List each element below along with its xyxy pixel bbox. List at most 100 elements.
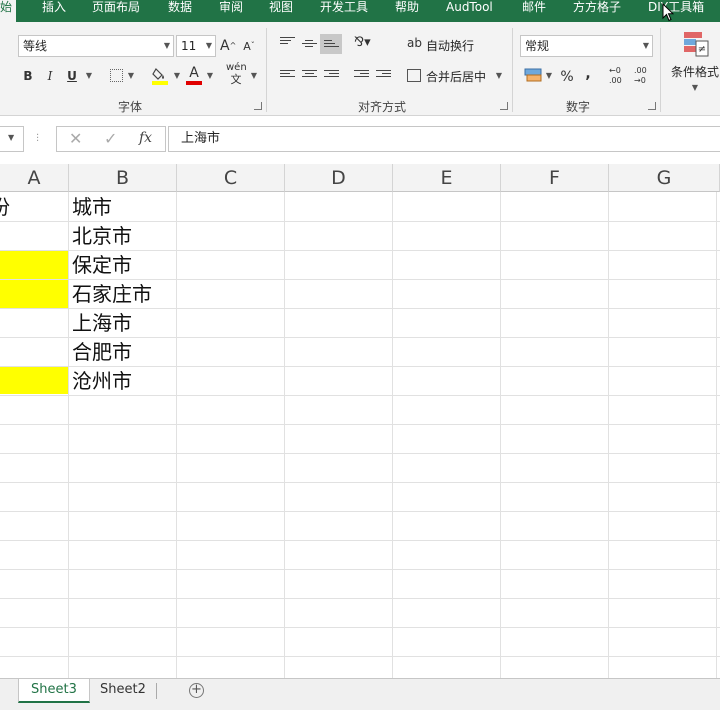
tab-review[interactable]: 审阅	[219, 0, 243, 22]
align-right-icon[interactable]	[324, 70, 339, 82]
merge-center-button[interactable]: 合并后居中	[426, 68, 486, 85]
decrease-decimal-bottom: →0	[634, 76, 646, 85]
tab-help[interactable]: 帮助	[395, 0, 419, 22]
grip-icon: · · ·	[36, 130, 40, 147]
border-icon[interactable]	[110, 69, 123, 82]
wrap-text-icon: ab	[407, 36, 422, 50]
sheet-tab-sheet3[interactable]: Sheet3	[18, 679, 90, 703]
cell-b2[interactable]: 北京市	[68, 222, 132, 250]
chevron-down-icon[interactable]: ▼	[544, 66, 554, 86]
chevron-down-icon: ▼	[163, 41, 170, 50]
column-header-d[interactable]: D	[285, 164, 393, 192]
enter-check-icon[interactable]: ✓	[104, 129, 117, 148]
font-name-combo[interactable]: 等线 ▼	[18, 35, 174, 57]
chevron-down-icon[interactable]: ▼	[172, 66, 182, 86]
accounting-format-button[interactable]	[524, 67, 544, 83]
font-name-value: 等线	[23, 39, 48, 53]
orientation-icon[interactable]: ⅋▾	[354, 35, 371, 50]
column-header-f[interactable]: F	[501, 164, 609, 192]
tab-insert[interactable]: 插入	[42, 0, 66, 22]
tab-diy-toolbox[interactable]: DIY工具箱	[648, 0, 704, 22]
highlighted-cell-a7[interactable]	[0, 366, 68, 394]
align-center-icon[interactable]	[302, 70, 317, 82]
caret-up-icon: ^	[229, 41, 237, 50]
decrease-indent-icon[interactable]	[354, 70, 369, 82]
cell-b4[interactable]: 石家庄市	[68, 280, 152, 308]
gridline	[0, 482, 720, 483]
increase-decimal-button[interactable]: ←0 .00	[609, 66, 631, 86]
gridline	[0, 656, 720, 657]
alignment-dialog-launcher-icon[interactable]	[500, 102, 508, 110]
tab-page-layout[interactable]: 页面布局	[92, 0, 140, 22]
tab-developer[interactable]: 开发工具	[320, 0, 368, 22]
number-dialog-launcher-icon[interactable]	[648, 102, 656, 110]
tab-data[interactable]: 数据	[168, 0, 192, 22]
formula-buttons: ✕ ✓ fx	[56, 126, 166, 152]
percent-button[interactable]: %	[559, 67, 575, 87]
comma-button[interactable]: ,	[582, 64, 594, 84]
chevron-down-icon[interactable]: ▼	[84, 66, 94, 86]
column-header-a[interactable]: A	[0, 164, 69, 192]
align-bottom-button[interactable]	[320, 34, 342, 54]
font-color-button[interactable]: A	[186, 66, 202, 86]
tab-mail[interactable]: 邮件	[522, 0, 546, 22]
add-sheet-icon[interactable]: +	[189, 683, 204, 698]
font-dialog-launcher-icon[interactable]	[254, 102, 262, 110]
cell-a1[interactable]: 份	[0, 193, 10, 221]
cell-b6[interactable]: 合肥市	[68, 338, 132, 366]
number-format-combo[interactable]: 常规 ▼	[520, 35, 653, 57]
cancel-icon[interactable]: ✕	[69, 129, 82, 148]
sheet-tab-sheet2[interactable]: Sheet2	[88, 679, 158, 703]
cell-b5[interactable]: 上海市	[68, 309, 132, 337]
gridline	[0, 540, 720, 541]
chevron-down-icon[interactable]: ▼	[249, 66, 259, 86]
font-size-value: 11	[181, 39, 197, 53]
column-header-g[interactable]: G	[609, 164, 720, 192]
chevron-down-icon[interactable]: ▼	[126, 66, 136, 86]
chevron-down-icon[interactable]: ▼	[494, 66, 504, 86]
insert-function-button[interactable]: fx	[139, 130, 152, 146]
chevron-down-icon[interactable]: ▼	[690, 78, 700, 98]
underline-button[interactable]: U	[64, 66, 80, 86]
font-group-label: 字体	[118, 100, 143, 114]
increase-indent-icon[interactable]	[376, 70, 391, 82]
column-header-b[interactable]: B	[69, 164, 177, 192]
align-middle-icon[interactable]	[302, 40, 317, 52]
mouse-cursor-icon	[662, 3, 674, 22]
tab-fangfang[interactable]: 方方格子	[573, 0, 621, 22]
tab-view[interactable]: 视图	[269, 0, 293, 22]
ribbon-tab-bar: 始 插入 页面布局 数据 审阅 视图 开发工具 帮助 AudTool 邮件 方方…	[0, 0, 720, 22]
wrap-text-button[interactable]: 自动换行	[426, 37, 474, 54]
decrease-decimal-button[interactable]: .00 →0	[634, 66, 656, 86]
column-header-e[interactable]: E	[393, 164, 501, 192]
align-left-icon[interactable]	[280, 70, 295, 82]
tab-home[interactable]: 始	[0, 0, 17, 22]
fill-color-button[interactable]	[152, 66, 170, 86]
font-size-combo[interactable]: 11 ▼	[176, 35, 216, 57]
cell-b7[interactable]: 沧州市	[68, 367, 132, 395]
worksheet-grid: A B C D E F G 份 城市 北京市 保定市 石家庄市 上海市 合肥市 …	[0, 164, 720, 678]
italic-button[interactable]: I	[42, 66, 58, 86]
gridline	[0, 627, 720, 628]
chevron-down-icon[interactable]: ▼	[205, 66, 215, 86]
conditional-format-icon: ≠	[684, 32, 709, 57]
group-divider	[512, 28, 513, 112]
align-top-icon[interactable]	[280, 37, 295, 49]
grow-font-button[interactable]: A^	[220, 36, 236, 56]
number-group-label: 数字	[566, 100, 591, 114]
column-header-c[interactable]: C	[177, 164, 285, 192]
align-bottom-icon	[324, 40, 339, 52]
gridline	[716, 192, 717, 678]
bold-button[interactable]: B	[20, 66, 36, 86]
ribbon: 等线 ▼ 11 ▼ A^ Aˇ B I U ▼ ▼ ▼ A ▼ wén 文 ▼ …	[0, 22, 720, 116]
tab-audtool[interactable]: AudTool	[446, 0, 493, 22]
conditional-format-button[interactable]: ≠	[682, 30, 710, 58]
group-divider	[266, 28, 267, 112]
cell-b1[interactable]: 城市	[68, 193, 112, 221]
status-bar	[0, 704, 720, 710]
name-box[interactable]: ▼	[0, 126, 24, 152]
cell-b3[interactable]: 保定市	[68, 251, 132, 279]
formula-input[interactable]: 上海市	[168, 126, 720, 152]
phonetic-button[interactable]: wén 文	[226, 62, 247, 86]
shrink-font-button[interactable]: Aˇ	[241, 36, 257, 56]
